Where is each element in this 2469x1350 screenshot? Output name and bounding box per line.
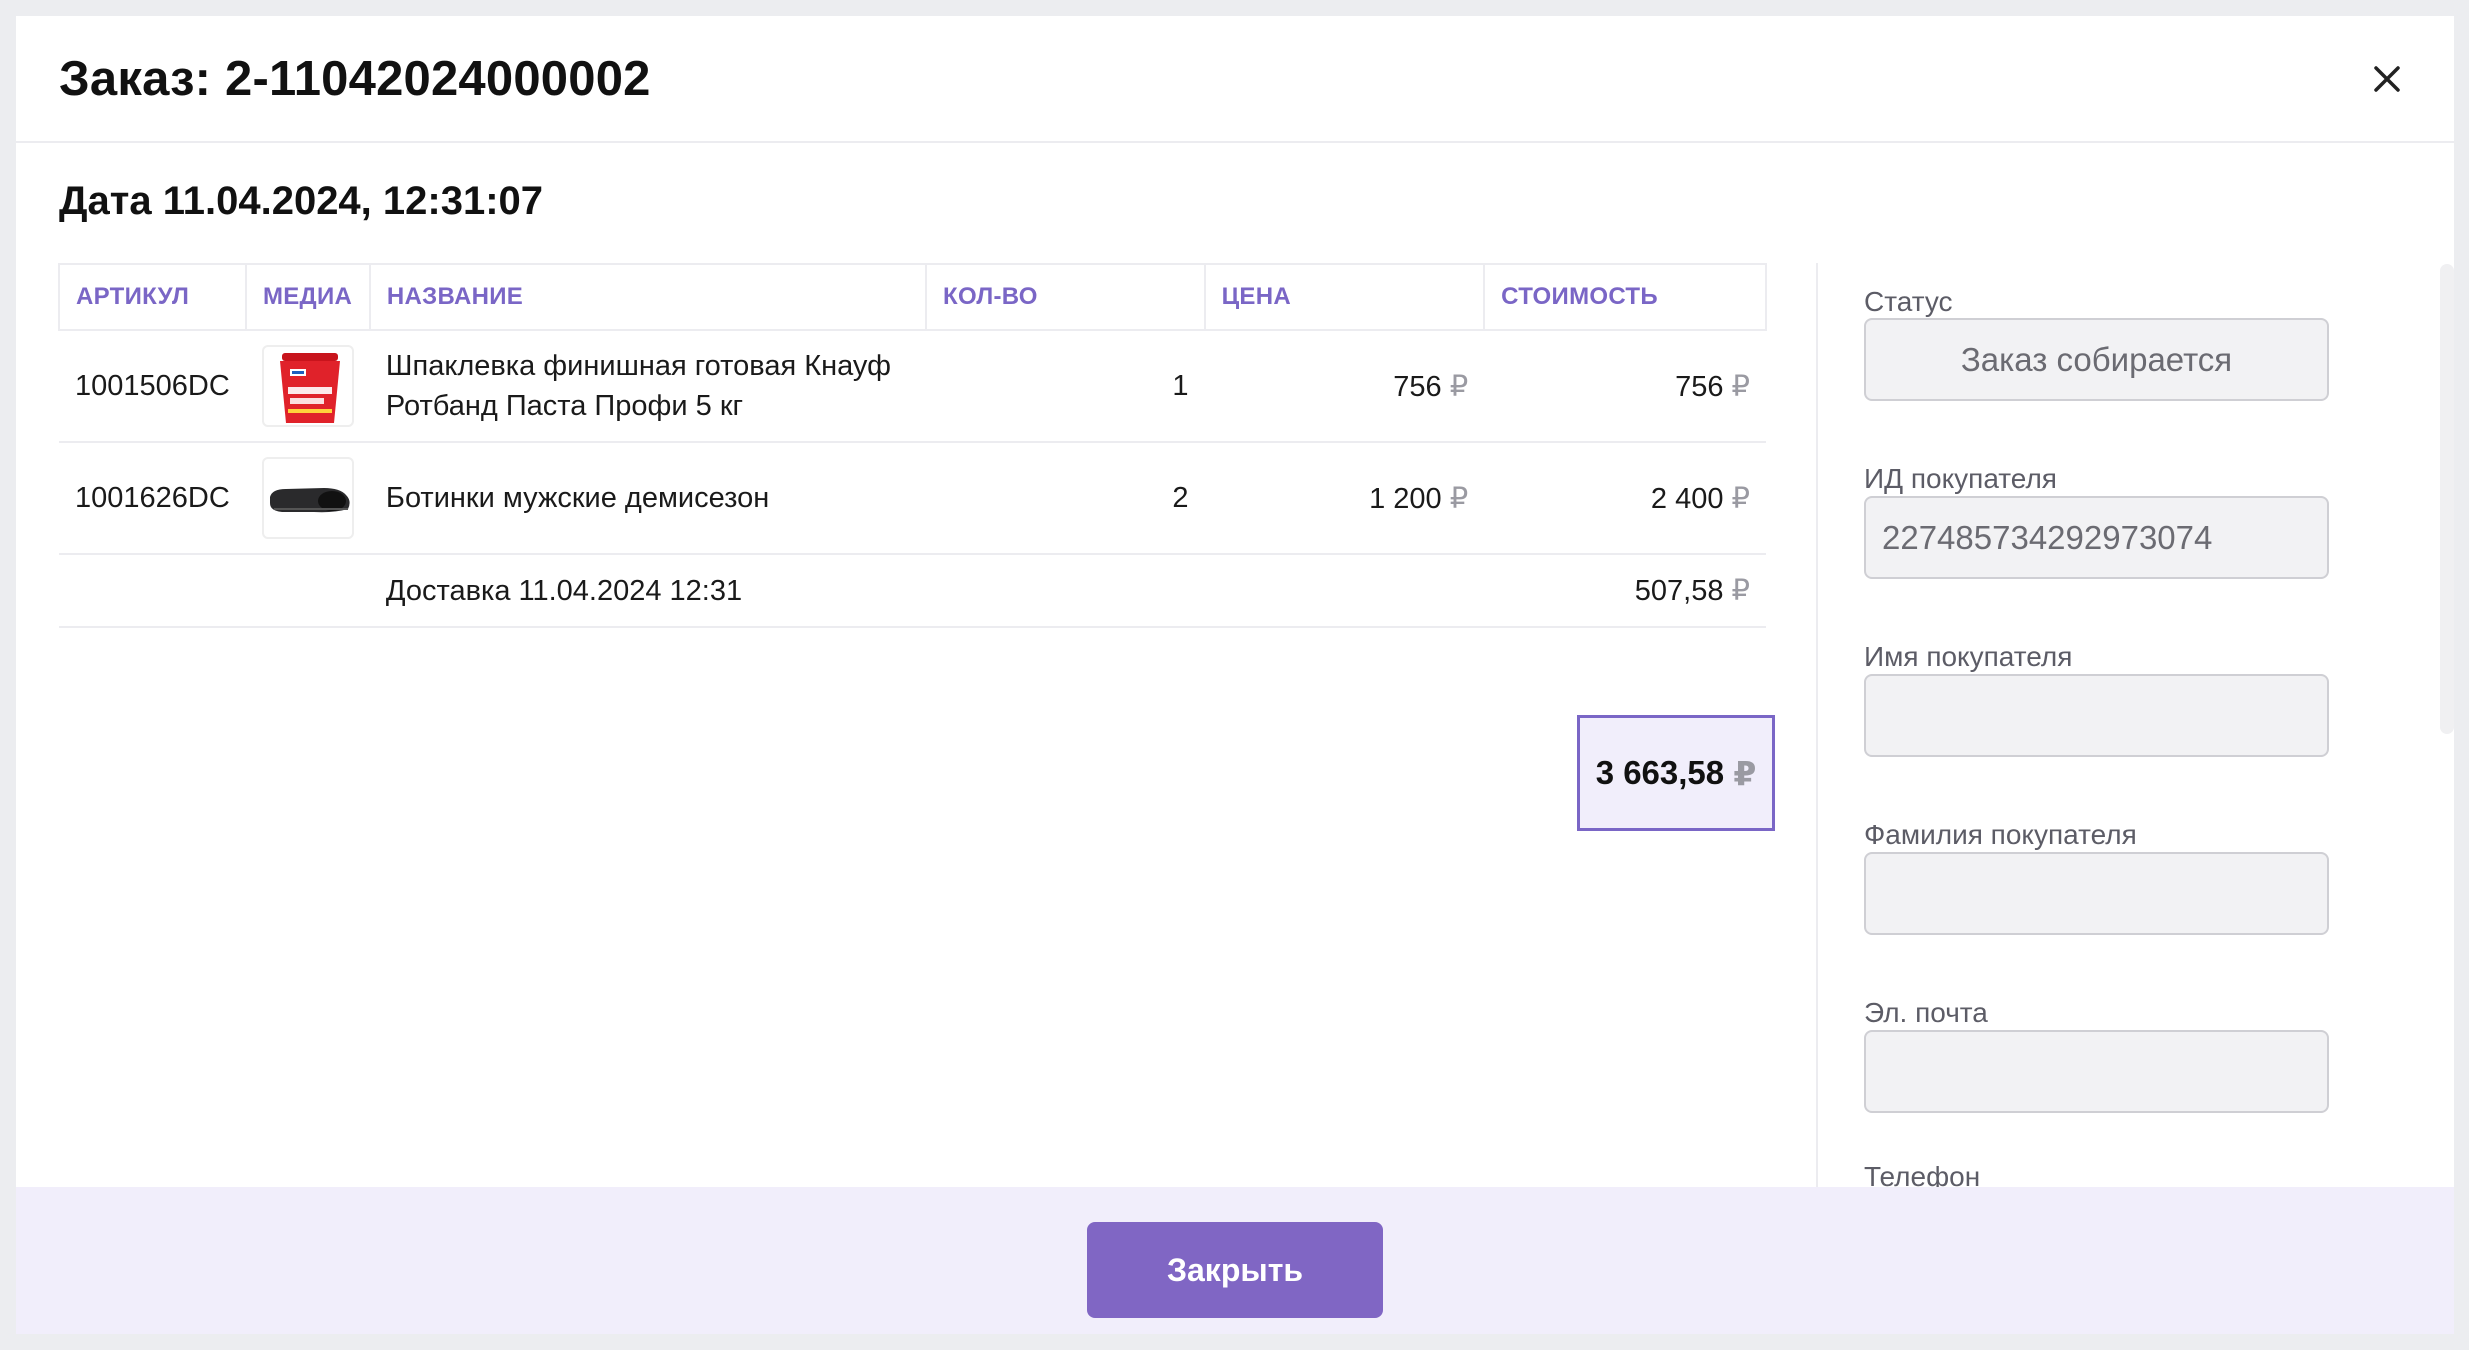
column-header-qty: КОЛ-ВО: [925, 263, 1206, 331]
boots-image[interactable]: [261, 457, 354, 539]
ruble-icon: ₽: [1731, 575, 1750, 607]
status-label: Статус: [1864, 286, 1953, 317]
ruble-icon: ₽: [1449, 370, 1469, 403]
product-name-line2: Ротбанд Паста Профи 5 кг: [385, 390, 744, 422]
column-header-price: ЦЕНА: [1203, 263, 1486, 331]
delivery-row: Доставка 11.04.2024 12:31 507,58 ₽: [59, 554, 1766, 628]
cell-cost: 756 ₽: [1484, 330, 1766, 443]
column-header-sku: АРТИКУЛ: [58, 263, 247, 331]
table-row: 1001626DC Ботинки мужские демисезон 2 1 …: [59, 442, 1766, 555]
order-modal: Заказ: 2-11042024000002 Дата 11.04.2024,…: [16, 16, 2454, 1334]
cell-empty: [1204, 554, 1485, 628]
order-items-table: АРТИКУЛ МЕДИА НАЗВАНИЕ КОЛ-ВО ЦЕНА СТОИМ…: [58, 263, 1767, 628]
first-name-label: Имя покупателя: [1864, 641, 2073, 672]
column-header-cost: СТОИМОСТЬ: [1483, 263, 1767, 331]
delivery-cost-value: 507,58: [1634, 575, 1724, 607]
last-name-label: Фамилия покупателя: [1864, 819, 2137, 850]
buyer-id-field[interactable]: [1864, 496, 2329, 579]
cost-value: 756: [1675, 370, 1724, 403]
cell-price: 756 ₽: [1204, 330, 1485, 443]
cell-media: [245, 330, 370, 443]
column-header-name: НАЗВАНИЕ: [368, 263, 928, 331]
order-date: Дата 11.04.2024, 12:31:07: [59, 179, 544, 223]
buyer-id-label: ИД покупателя: [1864, 463, 2057, 494]
panel-divider: [1816, 263, 1818, 1203]
cell-qty: 2: [926, 442, 1205, 555]
plaster-bucket-image[interactable]: [261, 345, 354, 427]
modal-footer: Закрыть: [16, 1187, 2454, 1334]
product-name-line1: Шпаклевка финишная готовая Кнауф: [385, 350, 891, 382]
price-value: 756: [1393, 370, 1442, 403]
last-name-field[interactable]: [1864, 852, 2329, 935]
cell-price: 1 200 ₽: [1204, 442, 1485, 555]
cell-sku: 1001506DC: [59, 330, 246, 443]
scrollbar[interactable]: [2440, 264, 2454, 734]
cell-name: Шпаклевка финишная готовая Кнауф Ротбанд…: [369, 330, 926, 443]
ruble-icon: ₽: [1731, 370, 1750, 403]
ruble-icon: ₽: [1733, 754, 1757, 792]
column-header-media: МЕДИА: [244, 263, 371, 331]
ruble-icon: ₽: [1449, 482, 1469, 515]
modal-title: Заказ: 2-11042024000002: [59, 52, 651, 106]
table-header-row: АРТИКУЛ МЕДИА НАЗВАНИЕ КОЛ-ВО ЦЕНА СТОИМ…: [58, 263, 1767, 331]
close-button[interactable]: Закрыть: [1087, 1222, 1383, 1318]
cell-sku: 1001626DC: [59, 442, 246, 555]
cell-name: Ботинки мужские демисезон: [369, 442, 926, 555]
modal-header: Заказ: 2-11042024000002: [16, 16, 2454, 143]
ruble-icon: ₽: [1731, 482, 1750, 515]
order-total: 3 663,58 ₽: [1577, 715, 1775, 831]
delivery-label: Доставка 11.04.2024 12:31: [369, 554, 926, 628]
total-amount: 3 663,58: [1595, 754, 1725, 791]
cell-empty: [59, 554, 246, 628]
email-label: Эл. почта: [1864, 997, 1988, 1028]
table-row: 1001506DC Шпаклевка финишная готовая Кна…: [59, 330, 1766, 443]
cell-empty: [245, 554, 370, 628]
delivery-cost: 507,58 ₽: [1484, 554, 1766, 628]
cell-cost: 2 400 ₽: [1484, 442, 1766, 555]
cell-qty: 1: [926, 330, 1205, 443]
cost-value: 2 400: [1650, 482, 1724, 515]
email-field[interactable]: [1864, 1030, 2329, 1113]
close-icon[interactable]: [2370, 62, 2404, 96]
first-name-field[interactable]: [1864, 674, 2329, 757]
cell-empty: [926, 554, 1205, 628]
cell-media: [245, 442, 370, 555]
price-value: 1 200: [1369, 482, 1442, 515]
status-field[interactable]: [1864, 318, 2329, 401]
